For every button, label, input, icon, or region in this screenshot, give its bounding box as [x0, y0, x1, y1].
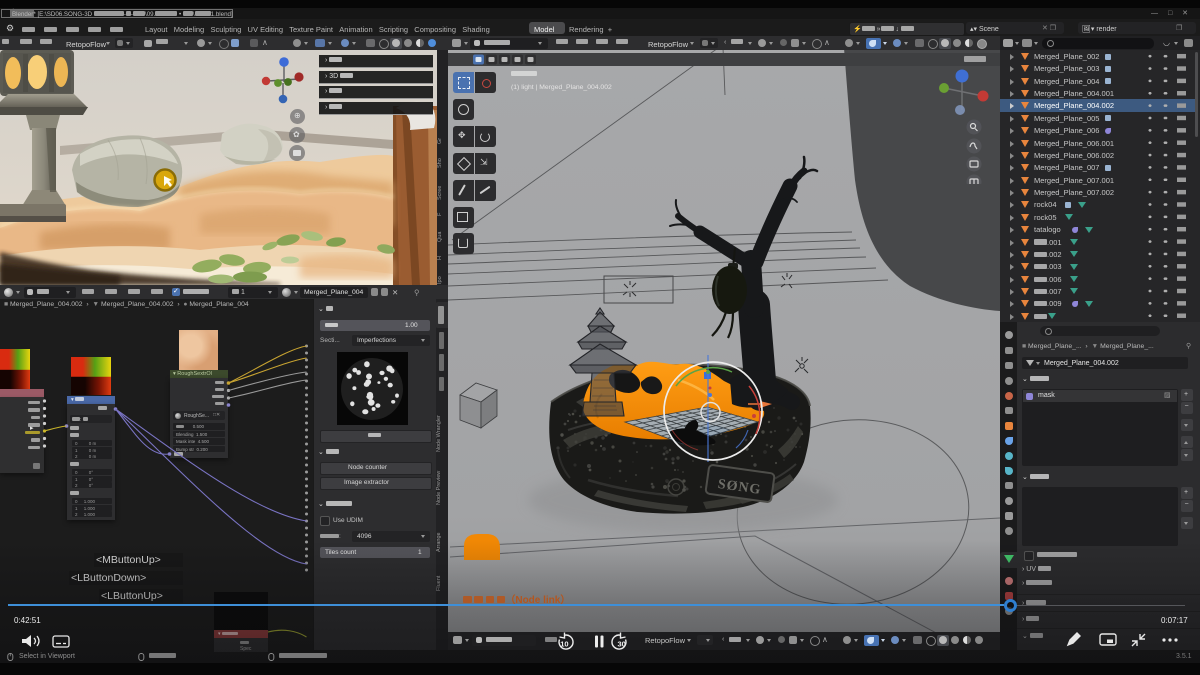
svg-text:30: 30: [618, 640, 626, 649]
svg-text:10: 10: [560, 640, 568, 649]
